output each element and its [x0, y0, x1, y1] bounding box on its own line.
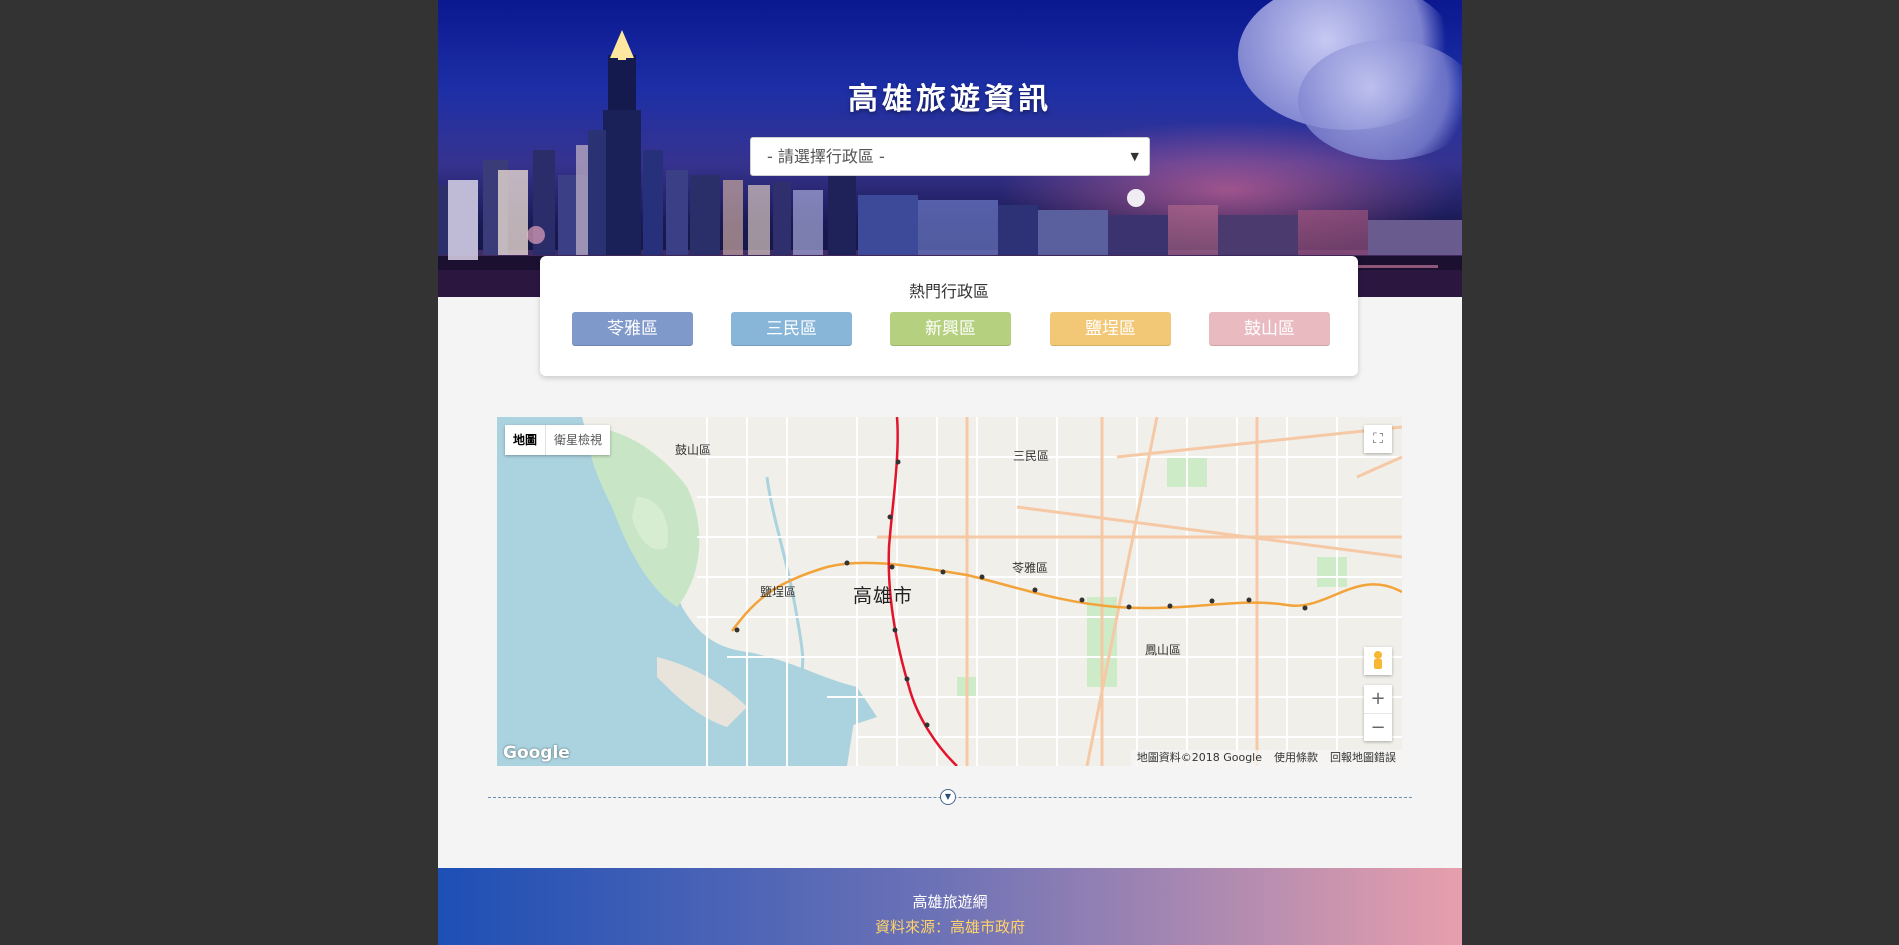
map-label-city: 高雄市	[853, 585, 914, 607]
map-label-fengshan: 鳳山區	[1145, 643, 1182, 657]
report-map-error-link[interactable]: 回報地圖錯誤	[1324, 750, 1402, 766]
map-tiles	[497, 417, 1402, 766]
map-label-sanmin: 三民區	[1013, 449, 1050, 463]
page-title: 高雄旅遊資訊	[848, 82, 1052, 117]
street-view-pegman-icon[interactable]	[1364, 647, 1392, 675]
district-button-xinxing[interactable]: 新興區	[890, 312, 1011, 346]
map-label-yancheng: 鹽埕區	[760, 585, 797, 599]
footer: 高雄旅遊網 資料來源：高雄市政府	[438, 868, 1462, 945]
scroll-down-chevron-icon[interactable]: ▼	[940, 789, 956, 805]
terms-of-use-link[interactable]: 使用條款	[1268, 750, 1324, 766]
fullscreen-icon[interactable]: ⛶	[1364, 425, 1392, 453]
map-type-switch: 地圖 衛星檢視	[505, 425, 611, 455]
hero-banner: 高雄旅遊資訊 - 請選擇行政區 - ▼	[438, 0, 1462, 297]
district-button-gushan[interactable]: 鼓山區	[1209, 312, 1330, 346]
footer-site-name: 高雄旅遊網	[912, 893, 988, 911]
zoom-out-button[interactable]: −	[1364, 714, 1392, 741]
google-logo: Google	[503, 743, 570, 763]
popular-districts-card: 熱門行政區 苓雅區 三民區 新興區 鹽埕區 鼓山區	[540, 256, 1358, 376]
map-label-lingya: 苓雅區	[1012, 561, 1049, 575]
map-label-gushan: 鼓山區	[675, 443, 712, 457]
map-type-map-button[interactable]: 地圖	[505, 425, 547, 455]
map-attribution: 地圖資料©2018 Google 使用條款 回報地圖錯誤	[1130, 750, 1402, 766]
dropdown-arrow-icon: ▼	[1130, 150, 1139, 163]
popular-districts-title: 熱門行政區	[908, 282, 989, 301]
footer-data-source: 資料來源：高雄市政府	[874, 918, 1025, 936]
google-map[interactable]: 地圖 衛星檢視 鼓山區 三民區 高雄市 苓雅區 鹽埕區 鳳山區 ⛶ + − Go…	[497, 417, 1402, 766]
district-button-lingya[interactable]: 苓雅區	[572, 312, 693, 346]
district-button-yancheng[interactable]: 鹽埕區	[1050, 312, 1171, 346]
district-button-sanmin[interactable]: 三民區	[731, 312, 852, 346]
district-select-value: - 請選擇行政區 -	[767, 147, 885, 166]
district-select-dropdown[interactable]: - 請選擇行政區 - ▼	[750, 137, 1150, 176]
page: 高雄旅遊資訊 - 請選擇行政區 - ▼ 熱門行政區 苓雅區 三民區 新興區 鹽埕…	[438, 0, 1462, 945]
zoom-in-button[interactable]: +	[1364, 685, 1392, 714]
map-type-satellite-button[interactable]: 衛星檢視	[546, 425, 610, 455]
map-data-credit: 地圖資料©2018 Google	[1136, 751, 1262, 764]
zoom-control: + −	[1364, 685, 1392, 741]
